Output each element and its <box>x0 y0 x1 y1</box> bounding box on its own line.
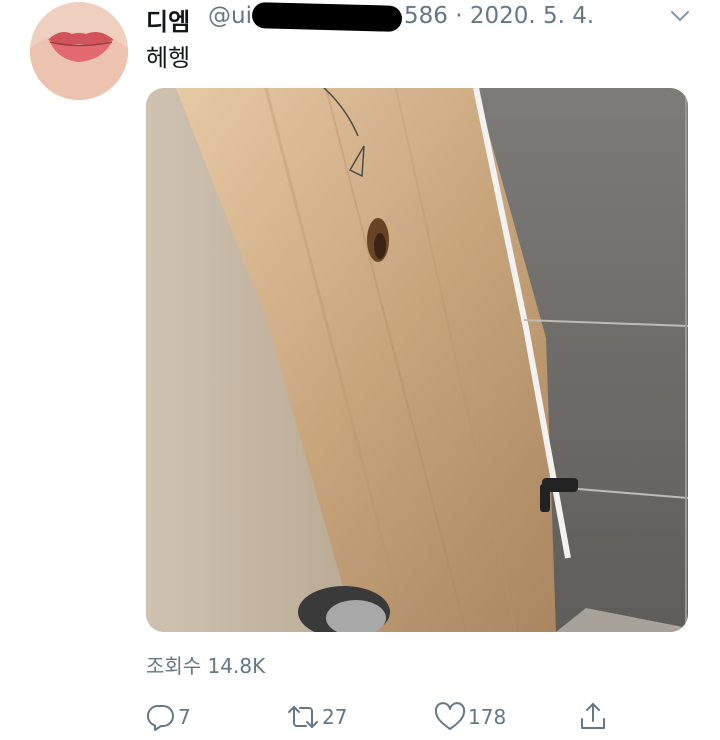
reply-icon <box>146 704 174 731</box>
display-name[interactable]: 디엠 <box>146 2 190 37</box>
chevron-down-icon[interactable] <box>666 2 694 30</box>
retweet-icon <box>288 706 318 728</box>
media-photo <box>146 88 688 632</box>
tweet-date: 2020. 5. 4. <box>469 3 595 29</box>
handle-prefix: @ui <box>208 3 252 29</box>
like-count: 178 <box>468 705 507 729</box>
avatar-image <box>30 2 128 100</box>
tweet-header: 디엠 @ui 586 · 2020. 5. 4. <box>146 0 706 36</box>
share-button[interactable] <box>578 700 608 734</box>
date-separator: · <box>455 3 463 29</box>
share-icon <box>581 703 605 729</box>
reply-count: 7 <box>178 705 191 729</box>
retweet-button[interactable]: 27 <box>286 700 347 734</box>
redaction-mark <box>251 2 403 32</box>
retweet-count: 27 <box>322 705 348 729</box>
avatar[interactable] <box>30 2 128 100</box>
heart-icon <box>434 702 466 730</box>
like-button[interactable]: 178 <box>434 700 506 734</box>
tweet-media[interactable] <box>146 88 688 632</box>
reply-button[interactable]: 7 <box>146 700 191 734</box>
view-count[interactable]: 조회수 14.8K <box>146 650 265 679</box>
tweet-text: 헤헹 <box>146 44 191 72</box>
handle-suffix: 586 <box>403 3 448 29</box>
